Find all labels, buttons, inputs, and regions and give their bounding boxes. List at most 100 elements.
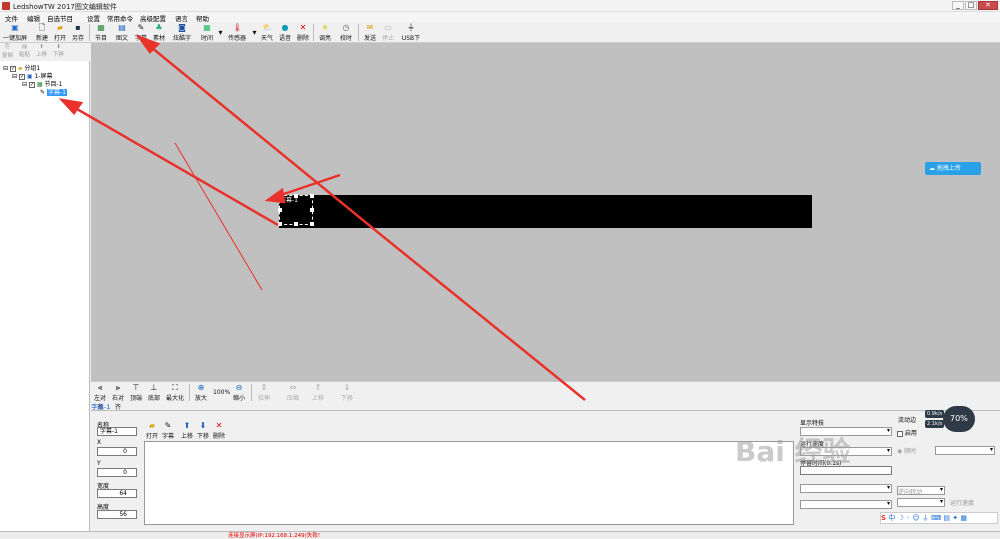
resize-handle[interactable] [294,222,298,226]
brightness-label: 调亮 [318,35,331,42]
subtitle-label: 字幕 [134,35,147,42]
resize-handle[interactable] [278,208,282,212]
zoom-in-button[interactable]: ⊕ 放大 [194,383,208,402]
editor-move-down-button[interactable]: ⬇ 下移 [197,421,209,440]
close-button[interactable]: ✕ [978,1,998,10]
run-speed-label: 运行速度 [950,500,975,507]
voice-button[interactable]: ● 语音 [277,23,293,42]
name-input[interactable]: 字幕-1 [97,427,137,436]
align-left-button[interactable]: ⫷ 左对齐 [93,383,107,411]
maximize-button[interactable]: □ [965,1,977,10]
cloud-icon: ☁ [929,165,937,172]
align-right-button[interactable]: ⫸ 右对齐 [111,383,125,411]
width-spinner[interactable]: 64 [97,489,137,498]
zoom-out-button[interactable]: ⊖ 缩小 [232,383,246,402]
ime-toolbar[interactable]: S 中 ☽ ◦ ☺ ⏚ ⌨ ▤ ✦ ▦ [880,512,998,524]
resize-handle[interactable] [310,222,314,226]
program-icon: ▦ [97,23,105,32]
stretch-label: 拉伸 [257,395,270,402]
subtitle-editor[interactable] [144,441,794,525]
align-bottom-button[interactable]: ⊥ 底部 [147,383,161,402]
stop-button[interactable]: ▭ 停止 [380,23,396,42]
x-spinner[interactable]: 0 [97,447,137,456]
clock-dropdown[interactable]: ▾ [216,23,222,42]
move-down-layer-button[interactable]: ⇓ 下移 [340,383,354,402]
program-label: 节目 [94,35,107,42]
effect-select-3[interactable] [800,500,892,509]
border-style-select[interactable] [935,446,995,455]
clock-button[interactable]: ▦ 时间 [199,23,215,42]
clockwise-label: 顺时 [904,448,917,455]
sensor-dropdown[interactable]: ▾ [250,23,256,42]
minimize-button[interactable]: _ [952,1,964,10]
delete-icon: ✕ [215,421,223,430]
editor-delete-button[interactable]: ✕ 删除 [213,421,225,440]
window-title: LedshowTW 2017图文编辑软件 [13,3,117,11]
move-down-label: 下移 [53,52,65,58]
stretch-icon: ⇕ [260,383,268,392]
align-top-label: 顶端 [129,395,142,402]
enable-checkbox[interactable]: 启用 [897,428,917,437]
sensor-button[interactable]: 🌡 传感器 [226,23,248,42]
cool-text-button[interactable]: ◙ 炫酷字 [171,23,193,42]
align-toolbar: ⫷ 左对齐 ⫸ 右对齐 ⊤ 顶端 ⊥ 底部 ⛶ 最大化 ⊕ 放大 100% ⊖ 缩小 ⇕ 拉伸 … [91,381,1000,411]
up-arrow-icon: ⬆ [39,44,44,50]
usb-download-button[interactable]: ⏚ USB下载 [399,23,423,51]
cool-text-label: 炫酷字 [172,35,191,42]
weather-button[interactable]: ⛅ 天气 [259,23,275,42]
border-speed-select[interactable] [897,498,945,507]
copy-button[interactable]: ⎘ 复制 [2,44,13,59]
delete-button[interactable]: ✕ 删除 [295,23,311,42]
add-screen-button[interactable]: ▣ 一键加屏 [2,23,28,42]
program-checkbox[interactable]: ✓ [28,81,35,88]
toolbar-separator [189,384,190,401]
add-screen-icon: ▣ [11,23,19,32]
status-bar [0,531,1000,538]
sensor-icon: 🌡 [232,23,243,32]
time-sync-button[interactable]: ◷ 校时 [338,23,354,42]
move-up-layer-button[interactable]: ⇑ 上移 [311,383,325,402]
stretch-button[interactable]: ⇕ 拉伸 [257,383,271,402]
paste-button[interactable]: ▤ 粘贴 [19,44,30,58]
resize-handle[interactable] [310,194,314,198]
height-spinner[interactable]: 56 [97,510,137,519]
y-spinner[interactable]: 0 [97,468,137,477]
editor-open-button[interactable]: ▰ 打开 [146,421,158,440]
chevron-down-icon: ▾ [252,28,257,37]
subtitle-button[interactable]: ✎ 字幕 [133,23,149,42]
compress-button[interactable]: ⇔ 压缩 [286,383,300,402]
move-down-button[interactable]: ⬇ 下移 [53,44,64,58]
tree-toolbar: ⎘ 复制 ▤ 粘贴 ⬆ 上移 ⬇ 下移 [0,43,90,61]
open-icon: ▰ [148,421,156,430]
resize-handle[interactable] [310,208,314,212]
material-button[interactable]: ♣ 素材 [151,23,167,42]
stop-label: 停止 [381,35,394,42]
program-button[interactable]: ▦ 节目 [93,23,109,42]
tree-node-subtitle[interactable]: ✎ 字幕-1 [40,87,67,96]
new-button[interactable]: 🗋 新建 [34,23,50,42]
subtitle-icon: ✎ [137,23,145,32]
maximize-item-button[interactable]: ⛶ 最大化 [165,383,185,402]
resize-handle[interactable] [278,222,282,226]
move-up-button[interactable]: ⬆ 上移 [36,44,47,58]
clockwise-radio[interactable]: ◉ 顺时 [897,446,916,455]
editor-subtitle-button[interactable]: ✎ 字幕 [162,421,174,440]
layer-label: 字幕-1 [280,197,298,204]
align-top-button[interactable]: ⊤ 顶端 [129,383,143,402]
open-label: 打开 [53,35,66,42]
new-label: 新建 [35,35,48,42]
image-text-button[interactable]: ▤ 图文 [114,23,130,42]
led-screen-area[interactable] [279,195,812,228]
y-label: Y [97,460,101,467]
open-button[interactable]: ▰ 打开 [52,23,68,42]
save-as-button[interactable]: ▪ 另存 [70,23,86,42]
align-bottom-label: 底部 [147,395,160,402]
drag-upload-button[interactable]: ☁ 拖拽上传 [925,162,981,175]
send-button[interactable]: ✉ 发送 [362,23,378,42]
editor-move-up-button[interactable]: ⬆ 上移 [181,421,193,440]
effect-select-2[interactable] [800,484,892,493]
upload-label: 拖拽上传 [936,165,961,172]
clock-icon: ▦ [203,23,211,32]
display-effect-label: 显示特技 [800,420,825,427]
brightness-button[interactable]: ☀ 调亮 [317,23,333,42]
